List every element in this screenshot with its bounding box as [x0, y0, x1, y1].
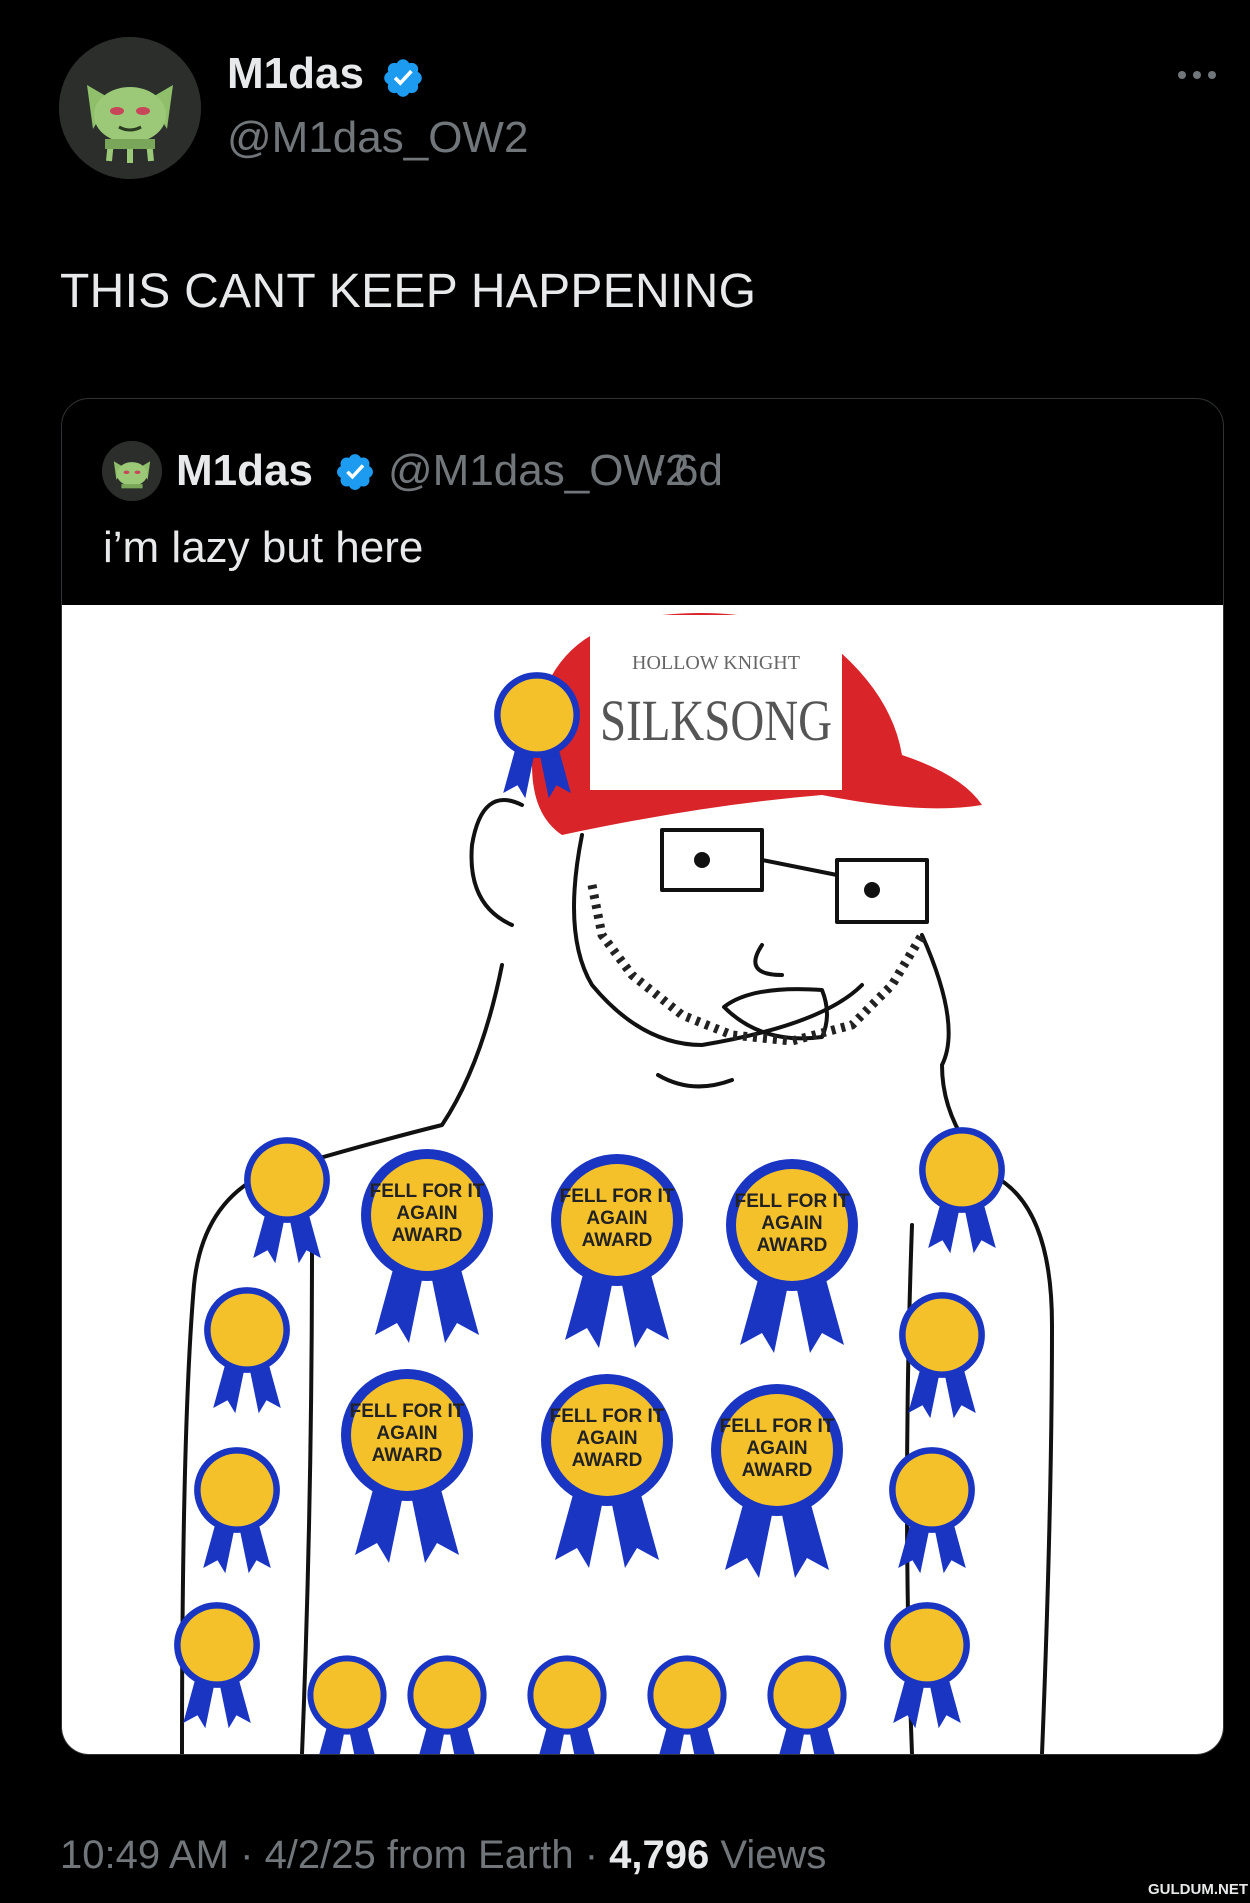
- ribbon-text: AGAIN: [586, 1208, 647, 1229]
- tweet-text: THIS CANT KEEP HAPPENING: [60, 265, 757, 318]
- meme-drawing: HOLLOW KNIGHT SILKSONG FELL FOR IT AGAIN…: [174, 613, 1054, 1754]
- quoted-tweet-image[interactable]: HOLLOW KNIGHT SILKSONG FELL FOR IT AGAIN…: [62, 605, 1223, 1754]
- verified-badge-icon: [334, 451, 376, 493]
- ribbon-text: AGAIN: [761, 1213, 822, 1234]
- separator-dot: ·: [652, 446, 667, 495]
- separator-dot: ·: [229, 1833, 265, 1877]
- author-avatar[interactable]: [59, 37, 201, 179]
- ribbon-text: FELL FOR IT: [735, 1191, 850, 1212]
- quoted-author-handle[interactable]: @M1das_OW2: [388, 449, 689, 493]
- more-options-icon[interactable]: [1172, 60, 1222, 90]
- avatar-cat-icon: [59, 37, 201, 179]
- ribbon-text: FELL FOR IT: [350, 1401, 465, 1422]
- ribbon-text: AGAIN: [576, 1428, 637, 1449]
- tweet-time[interactable]: 10:49 AM: [60, 1833, 229, 1877]
- author-name[interactable]: M1das: [227, 52, 364, 96]
- ribbon-text: FELL FOR IT: [560, 1186, 675, 1207]
- ribbon-text: AWARD: [742, 1460, 813, 1481]
- separator-dot: ·: [573, 1833, 610, 1877]
- quoted-tweet-text: i’m lazy but here: [103, 523, 424, 572]
- ribbon-text: AGAIN: [746, 1438, 807, 1459]
- avatar-cat-icon: [102, 441, 162, 501]
- views-label: Views: [709, 1833, 827, 1877]
- tweet-source: from Earth: [375, 1833, 574, 1877]
- ribbon-text: FELL FOR IT: [720, 1416, 835, 1437]
- tweet-date[interactable]: 4/2/25: [265, 1833, 376, 1877]
- silksong-logo-main-text: SILKSONG: [600, 688, 832, 753]
- verified-badge-icon: [381, 56, 425, 100]
- ribbon-text: FELL FOR IT: [370, 1181, 485, 1202]
- author-handle[interactable]: @M1das_OW2: [227, 116, 528, 160]
- ribbon-text: FELL FOR IT: [550, 1406, 665, 1427]
- tweet-meta: 10:49 AM · 4/2/25 from Earth · 4,796 Vie…: [60, 1835, 826, 1875]
- quoted-timestamp[interactable]: 6d: [674, 449, 723, 493]
- ribbon-text: AWARD: [582, 1230, 653, 1251]
- ribbon-text: AWARD: [757, 1235, 828, 1256]
- watermark: GULDUM.NET: [1148, 1881, 1248, 1898]
- ribbon-text: AWARD: [372, 1445, 443, 1466]
- ribbon-text: AGAIN: [396, 1203, 457, 1224]
- quoted-author-name[interactable]: M1das: [176, 449, 313, 493]
- ribbon-text: AWARD: [392, 1225, 463, 1246]
- ribbon-text: AWARD: [572, 1450, 643, 1471]
- silksong-logo-top-text: HOLLOW KNIGHT: [632, 652, 800, 674]
- views-count: 4,796: [609, 1833, 710, 1877]
- ribbon-text: AGAIN: [376, 1423, 437, 1444]
- quoted-tweet-card[interactable]: M1das @M1das_OW2 · 6d i’m lazy but here: [61, 398, 1224, 1755]
- quoted-author-avatar[interactable]: [102, 441, 162, 501]
